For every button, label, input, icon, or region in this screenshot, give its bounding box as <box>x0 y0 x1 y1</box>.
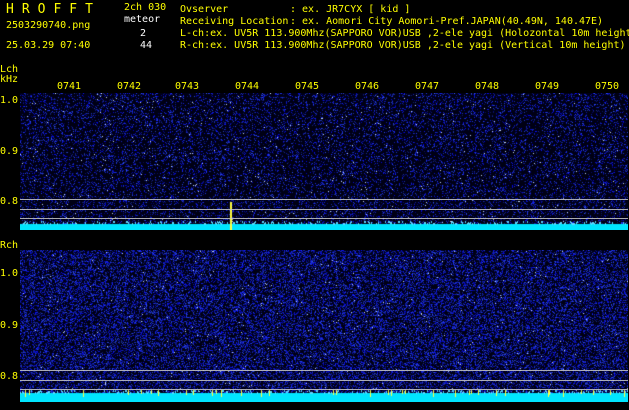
datetime-stamp: 25.03.29 07:40 <box>6 40 91 51</box>
time-tick-0749: 0749 <box>535 81 560 92</box>
rch-ytick-2: 0.9 <box>0 320 19 331</box>
lch-reference-line-3 <box>20 218 628 219</box>
time-tick-0746: 0746 <box>355 81 380 92</box>
rch-label: Rch <box>0 240 19 251</box>
rch-reference-line-1 <box>20 370 628 371</box>
time-tick-0747: 0747 <box>415 81 440 92</box>
rch-ytick-1: 1.0 <box>0 268 19 279</box>
time-tick-0750: 0750 <box>595 81 620 92</box>
lch-unit: kHz <box>0 74 19 85</box>
lch-ytick-3: 0.8 <box>0 196 19 207</box>
lch-ytick-2: 0.9 <box>0 146 19 157</box>
lch-ytick-1: 1.0 <box>0 95 19 106</box>
version-label: 2ch 030 <box>124 2 167 13</box>
lch-reference-line-1 <box>20 199 628 200</box>
time-tick-0744: 0744 <box>235 81 260 92</box>
time-tick-0741: 0741 <box>57 81 82 92</box>
location-label: Receiving Location <box>180 16 289 27</box>
lch-meteor-count: 2 <box>140 28 147 39</box>
time-tick-0742: 0742 <box>117 81 142 92</box>
time-tick-0743: 0743 <box>175 81 200 92</box>
rch-meteor-count: 44 <box>140 40 153 51</box>
rch-reference-line-2 <box>20 380 628 381</box>
rch-ytick-3: 0.8 <box>0 371 19 382</box>
file-name: 2503290740.png <box>6 20 91 31</box>
rch-receiver-info: R-ch:ex. UV5R 113.900Mhz(SAPPORO VOR)USB… <box>180 40 626 51</box>
observer-label: Ovserver <box>180 4 229 15</box>
time-tick-0745: 0745 <box>295 81 320 92</box>
location-value: : ex. Aomori City Aomori-Pref.JAPAN(40.4… <box>290 16 604 27</box>
time-tick-0748: 0748 <box>475 81 500 92</box>
rch-reference-line-3 <box>20 389 628 390</box>
observer-value: : ex. JR7CYX [ kid ] <box>290 4 411 15</box>
app-brand: HROFFT <box>6 2 101 17</box>
lch-reference-line-2 <box>20 209 628 210</box>
meteor-label: meteor <box>124 14 161 25</box>
lch-receiver-info: L-ch:ex. UV5R 113.900Mhz(SAPPORO VOR)USB… <box>180 28 629 39</box>
